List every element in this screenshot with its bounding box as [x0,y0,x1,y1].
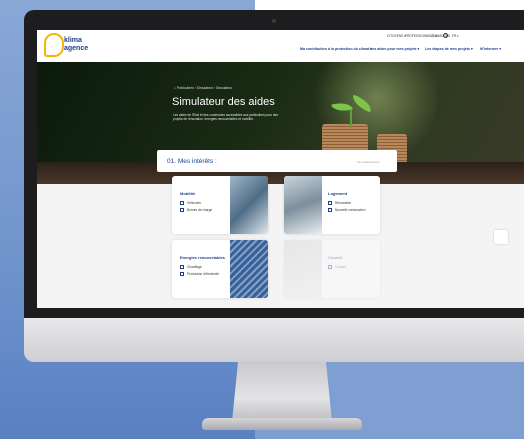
nav-aides[interactable]: Les aides pour mes projets ▾ [370,47,419,51]
page-title: Simulateur des aides [172,96,275,108]
logo-line1: klima [64,37,82,44]
hero-description: Les aides de l'Etat et des communes acce… [173,113,278,122]
nav-ma-contribution[interactable]: Ma contribution à la protection du clima… [300,47,372,51]
checkbox-bornes[interactable]: Bornes de charge [180,208,212,213]
checkbox-vehicules[interactable]: Véhicules [180,201,201,206]
monitor-chin [24,318,524,362]
site-header: klima agence CITOYENS ▾ PROFESSIONNELS ▾… [37,30,524,62]
logo-icon [44,33,64,57]
card-conseil[interactable]: Conseil Conseil [284,240,380,298]
card-title: Mobilité [180,191,196,196]
plant-stem-icon [350,110,352,128]
monitor-base [202,418,362,430]
checkbox-production[interactable]: Production d'électricité [180,272,219,277]
side-widget-icon[interactable] [494,230,508,244]
screen: klima agence CITOYENS ▾ PROFESSIONNELS ▾… [37,30,524,308]
top-link-citoyens[interactable]: CITOYENS ▾ [387,34,406,38]
nav-minformer[interactable]: M'informer ▾ [480,47,501,51]
checkbox-nouvelle-construction[interactable]: Nouvelle construction [328,208,365,213]
solar-panel-image [230,240,268,298]
card-logement[interactable]: Logement Rénovation Nouvelle constructio… [284,176,380,234]
section-title: 01. Mes intérêts : [167,158,217,165]
conseil-image [284,240,322,298]
card-title: Logement [328,191,348,196]
checkbox-chauffage[interactable]: Chauffage [180,265,202,270]
camera-dot [272,19,276,23]
select-all-link[interactable]: Tout sélectionner [357,160,380,164]
card-title: Energies renouvelables [180,255,225,260]
language-select[interactable]: FR ▾ [452,34,459,38]
accessibility-icon[interactable] [443,33,448,38]
card-mobilite[interactable]: Mobilité Véhicules Bornes de charge [172,176,268,234]
checkbox-renovation[interactable]: Rénovation [328,201,351,206]
card-energies[interactable]: Energies renouvelables Chauffage Product… [172,240,268,298]
monitor-stand [232,362,332,422]
breadcrumb[interactable]: ⌂ Particuliers › Simulateur › Simulateur [174,86,232,90]
nav-etapes[interactable]: Les étapes de mes projets ▾ [425,47,473,51]
checkbox-conseil[interactable]: Conseil [328,265,346,270]
logo-line2: agence [64,45,89,52]
site-logo[interactable]: klima agence [44,33,88,59]
card-title: Conseil [328,255,343,260]
ev-charger-image [230,176,268,234]
house-image [284,176,322,234]
